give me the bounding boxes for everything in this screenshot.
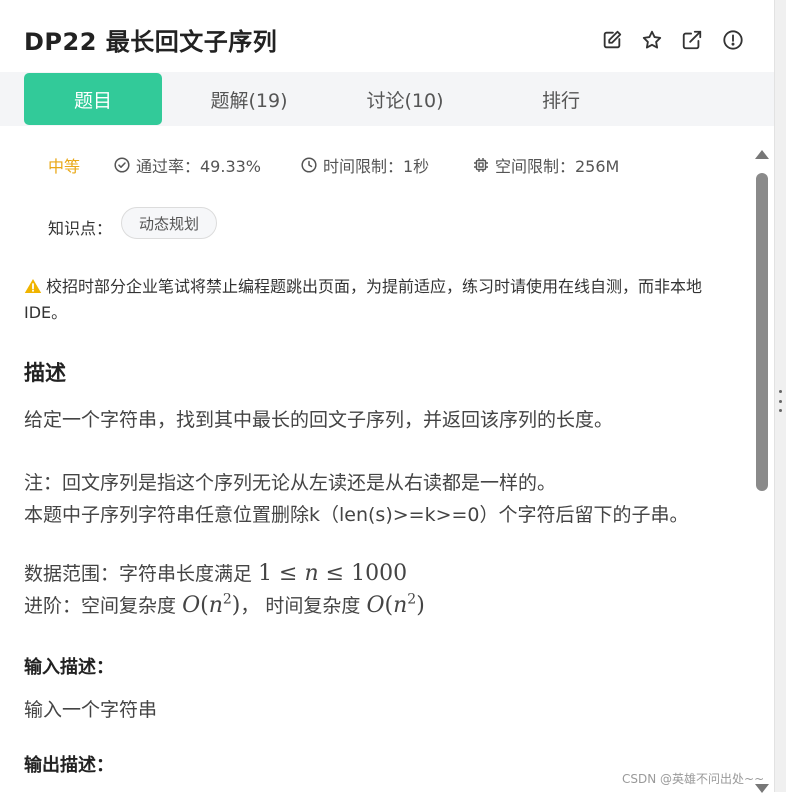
knowledge-tag[interactable]: 动态规划 xyxy=(121,207,218,239)
scroll-up-arrow-icon[interactable] xyxy=(755,150,769,159)
description-heading: 描述 xyxy=(24,361,66,385)
input-text: 输入一个字符串 xyxy=(24,699,158,721)
range-formula: 1 ≤ n ≤ 1000 xyxy=(258,561,408,586)
clock-icon xyxy=(301,157,317,173)
data-range-label: 数据范围：字符串长度满足 xyxy=(24,563,253,585)
warning-icon xyxy=(24,276,42,293)
difficulty-label: 中等 xyxy=(48,157,81,176)
time-limit: 时间限制：1秒 xyxy=(301,153,429,177)
tab-problem[interactable]: 题目 xyxy=(24,73,162,125)
output-heading: 输出描述： xyxy=(24,755,114,776)
page-title: DP22 最长回文子序列 xyxy=(24,28,278,56)
pass-rate-text: 通过率：49.33% xyxy=(136,157,262,176)
advanced-complexity: 进阶：空间复杂度 O(n2)， 时间复杂度 O(n2) xyxy=(24,591,425,618)
drag-handle-icon[interactable] xyxy=(779,390,782,412)
report-icon[interactable] xyxy=(721,28,745,52)
warning-text: 校招时部分企业笔试将禁止编程题跳出页面，为提前适应，练习时请使用在线自测，而非本… xyxy=(24,277,703,322)
scrollbar-thumb[interactable] xyxy=(756,173,768,491)
problem-content: 中等 通过率：49.33% 时间限制：1秒 空间限制：256M 知识点： 动态规… xyxy=(0,126,750,792)
data-range: 数据范围：字符串长度满足 1 ≤ n ≤ 1000 xyxy=(24,559,407,586)
advanced-label: 进阶：空间复杂度 xyxy=(24,595,177,617)
advanced-separator: ， 时间复杂度 xyxy=(240,595,361,617)
edit-icon[interactable] xyxy=(600,28,624,52)
description-note-2: 本题中子序列字符串任意位置删除k（len(s)>=k>=0）个字符后留下的子串。 xyxy=(24,504,689,526)
watermark: CSDN @英雄不问出处~~ xyxy=(622,772,765,786)
tab-discussion[interactable]: 讨论(10) xyxy=(336,73,474,125)
description-note: 注：回文序列是指这个序列无论从左读还是从右读都是一样的。 xyxy=(24,472,557,494)
star-icon[interactable] xyxy=(640,28,664,52)
external-link-icon[interactable] xyxy=(680,28,704,52)
space-limit-text: 空间限制：256M xyxy=(495,157,620,176)
pass-rate: 通过率：49.33% xyxy=(114,153,261,177)
chip-icon xyxy=(473,157,489,173)
tab-solutions[interactable]: 题解(19) xyxy=(180,73,318,125)
check-circle-icon xyxy=(114,157,130,173)
input-heading: 输入描述： xyxy=(24,657,114,678)
space-limit: 空间限制：256M xyxy=(473,153,619,177)
description-text: 给定一个字符串，找到其中最长的回文子序列，并返回该序列的长度。 xyxy=(24,409,614,431)
time-complexity-formula: O(n2) xyxy=(366,591,425,618)
time-limit-text: 时间限制：1秒 xyxy=(323,157,430,176)
space-complexity-formula: O(n2) xyxy=(182,591,241,618)
knowledge-label: 知识点： xyxy=(48,219,113,238)
warning-notice: 校招时部分企业笔试将禁止编程题跳出页面，为提前适应，练习时请使用在线自测，而非本… xyxy=(24,274,724,326)
tab-ranking[interactable]: 排行 xyxy=(492,73,630,125)
